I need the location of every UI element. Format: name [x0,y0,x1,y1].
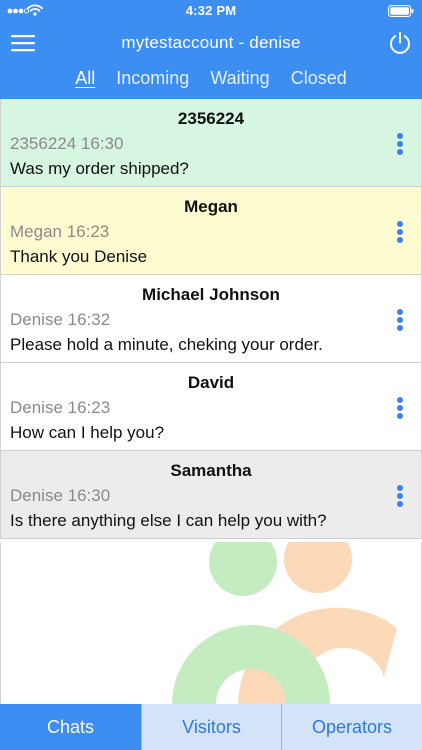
header-title: mytestaccount - denise [121,33,301,52]
more-options-icon[interactable] [389,483,411,509]
more-options-icon[interactable] [389,307,411,333]
chat-last-message: Thank you Denise [10,247,148,266]
chat-last-message: Was my order shipped? [10,159,189,178]
app-screen: 4:32 PM mytestaccount - denise All Incom… [0,0,422,750]
status-bar: 4:32 PM [0,0,422,22]
chat-item-2356224[interactable]: 2356224 2356224 16:30 Was my order shipp… [0,99,422,187]
more-options-icon[interactable] [389,395,411,421]
more-options-icon[interactable] [389,131,411,157]
nav-chats-button[interactable]: Chats [0,704,141,750]
people-logo-icon [172,542,397,704]
tab-all[interactable]: All [75,68,95,89]
tab-waiting[interactable]: Waiting [210,68,269,89]
chat-item-samantha[interactable]: Samantha Denise 16:30 Is there anything … [0,451,422,539]
chat-contact-name: 2356224 [177,109,245,128]
chat-list: 2356224 2356224 16:30 Was my order shipp… [0,99,422,539]
chat-item-david[interactable]: David Denise 16:23 How can I help you? [0,363,422,451]
battery-icon [388,5,414,17]
chat-last-message: Please hold a minute, cheking your order… [10,335,323,354]
chat-item-michael-johnson[interactable]: Michael Johnson Denise 16:32 Please hold… [0,275,422,363]
tab-closed[interactable]: Closed [291,68,347,89]
app-header: 4:32 PM mytestaccount - denise All Incom… [0,0,422,99]
power-icon[interactable] [388,31,412,55]
hamburger-menu-icon[interactable] [11,33,35,53]
chat-last-sender-time: Denise 16:32 [10,310,111,329]
chat-last-sender-time: Denise 16:30 [10,486,111,505]
bottom-navigation: Chats Visitors Operators [0,704,422,750]
empty-list-area [0,542,422,704]
chat-contact-name: David [187,373,235,392]
chat-last-sender-time: Denise 16:23 [10,398,111,417]
chat-last-message: Is there anything else I can help you wi… [10,511,327,530]
chat-last-sender-time: 2356224 16:30 [10,134,124,153]
chat-last-sender-time: Megan 16:23 [10,222,110,241]
chat-contact-name: Samantha [170,461,252,480]
tab-incoming[interactable]: Incoming [116,68,189,89]
status-time: 4:32 PM [185,3,237,18]
chat-contact-name: Megan [184,197,238,216]
nav-visitors-button[interactable]: Visitors [141,704,281,750]
nav-operators-button[interactable]: Operators [281,704,422,750]
chat-last-message: How can I help you? [10,423,165,442]
more-options-icon[interactable] [389,219,411,245]
chat-filter-tabs: All Incoming Waiting Closed [0,68,422,94]
chat-contact-name: Michael Johnson [142,285,280,304]
chat-item-megan[interactable]: Megan Megan 16:23 Thank you Denise [0,187,422,275]
